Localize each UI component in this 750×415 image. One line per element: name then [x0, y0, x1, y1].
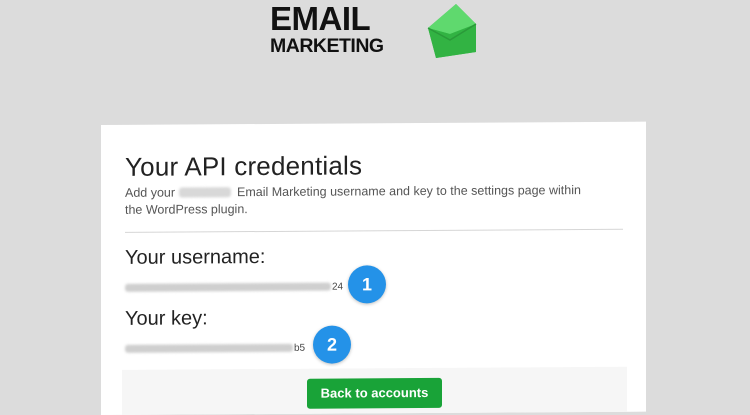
- username-label: Your username:: [125, 245, 266, 269]
- redacted-username: [125, 282, 331, 292]
- card-footer: Back to accounts: [122, 366, 627, 415]
- api-key-value[interactable]: b5: [125, 342, 305, 355]
- username-value[interactable]: 24: [125, 281, 343, 294]
- envelope-icon: [427, 4, 477, 58]
- back-to-accounts-button[interactable]: Back to accounts: [307, 377, 442, 409]
- api-key-visible-suffix: b5: [294, 342, 306, 354]
- logo-text-marketing: MARKETING: [270, 35, 384, 57]
- instructions-prefix: Add your: [125, 185, 176, 200]
- redacted-api-key: [125, 343, 293, 353]
- logo-text-email: EMAIL: [270, 0, 371, 37]
- page-title: Your API credentials: [125, 150, 363, 182]
- key-label: Your key:: [125, 307, 208, 330]
- username-visible-suffix: 24: [332, 281, 344, 293]
- email-marketing-logo: EMAIL MARKETING: [270, 0, 490, 60]
- instructions-text: Add your Email Marketing username and ke…: [125, 182, 595, 219]
- redacted-brand-name: [178, 187, 231, 198]
- annotation-badge-1: 1: [348, 265, 386, 304]
- section-divider: [125, 228, 623, 233]
- api-credentials-card: Your API credentials Add your Email Mark…: [101, 121, 646, 415]
- annotation-badge-2: 2: [313, 325, 351, 364]
